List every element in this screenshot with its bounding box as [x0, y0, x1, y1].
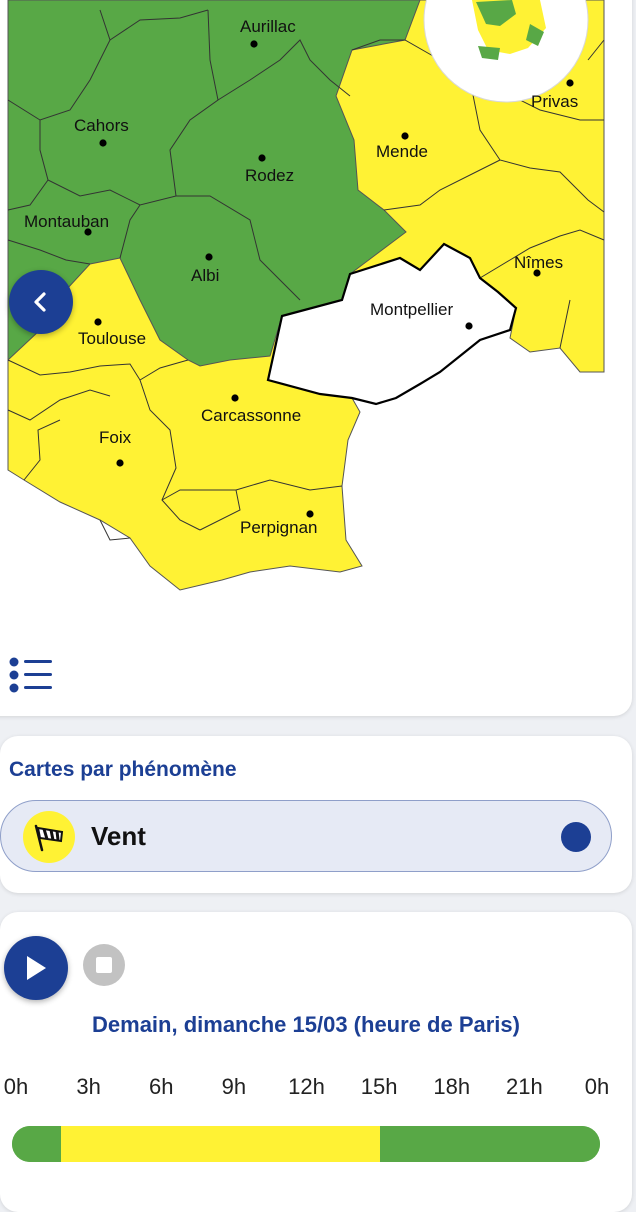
city-dot-perpignan: [306, 510, 314, 518]
city-label-nimes: Nîmes: [514, 253, 563, 272]
hour-label: 0h: [584, 1074, 610, 1099]
city-dot-rodez: [258, 154, 266, 162]
city-dot-foix: [116, 459, 124, 467]
chevron-left-icon: [34, 292, 46, 312]
city-dot-toulouse: [94, 318, 102, 326]
hour-label: 18h: [433, 1074, 471, 1099]
city-label-privas: Privas: [531, 92, 578, 111]
city-label-rodez: Rodez: [245, 166, 294, 185]
list-icon: [9, 657, 52, 693]
city-label-carcassonne: Carcassonne: [201, 406, 301, 425]
city-label-foix: Foix: [99, 428, 132, 447]
phenomenon-label: Vent: [91, 821, 146, 851]
hour-label: 3h: [76, 1074, 101, 1099]
city-dot-carcassonne: [231, 394, 239, 402]
city-label-aurillac: Aurillac: [240, 17, 296, 36]
play-icon: [27, 956, 46, 980]
city-label-montpellier: Montpellier: [370, 300, 453, 319]
stop-button[interactable]: [83, 944, 125, 986]
phenomenon-option-vent[interactable]: Vent: [0, 800, 612, 872]
timeline-bar[interactable]: [12, 1126, 600, 1162]
selected-radio-indicator[interactable]: [561, 822, 591, 852]
city-dot-albi: [205, 253, 213, 261]
city-dot-montpellier: [465, 322, 473, 330]
city-label-cahors: Cahors: [74, 116, 129, 135]
timeline-segment-green: [12, 1126, 61, 1162]
timeline-segment-green: [379, 1126, 600, 1162]
hour-label: 9h: [221, 1074, 247, 1099]
city-label-albi: Albi: [191, 266, 219, 285]
city-label-montauban: Montauban: [24, 212, 109, 231]
city-label-toulouse: Toulouse: [78, 329, 146, 348]
timeline-date: Demain, dimanche 15/03 (heure de Paris): [92, 1012, 520, 1037]
legend-list-button[interactable]: [6, 656, 54, 696]
play-button[interactable]: [4, 936, 68, 1000]
city-dot-privas: [566, 79, 574, 87]
city-label-perpignan: Perpignan: [240, 518, 318, 537]
phenomenon-title: Cartes par phénomène: [9, 758, 237, 781]
city-dot-aurillac: [250, 40, 258, 48]
vigilance-map[interactable]: Aurillac Cahors Mende Privas Rodez Monta…: [0, 0, 616, 700]
timeline-segment-yellow: [61, 1126, 380, 1162]
city-dot-cahors: [99, 139, 107, 147]
hour-label: 21h: [506, 1074, 543, 1099]
stop-icon: [96, 957, 112, 973]
windsock-icon: [23, 811, 75, 863]
hour-label: 6h: [149, 1074, 174, 1099]
hour-label: 12h: [288, 1074, 325, 1099]
city-dot-mende: [401, 132, 409, 140]
vigilance-map-card: Aurillac Cahors Mende Privas Rodez Monta…: [0, 0, 632, 716]
hour-label: 0h: [3, 1074, 29, 1099]
city-label-mende: Mende: [376, 142, 428, 161]
hour-label: 15h: [360, 1074, 398, 1099]
previous-button[interactable]: [9, 270, 73, 334]
